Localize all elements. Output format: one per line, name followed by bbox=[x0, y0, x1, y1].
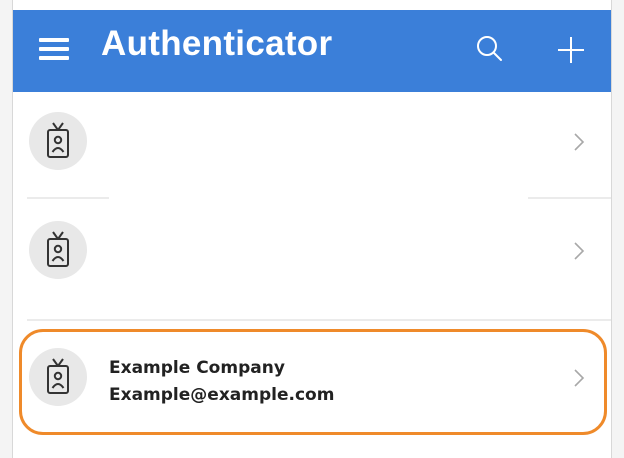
account-avatar bbox=[29, 112, 87, 170]
search-icon[interactable] bbox=[470, 30, 510, 70]
plus-icon[interactable] bbox=[551, 30, 591, 70]
account-list: Example Company Example@example.com bbox=[13, 92, 611, 458]
id-badge-icon bbox=[47, 358, 69, 394]
chevron-right-icon bbox=[574, 133, 585, 151]
list-divider bbox=[27, 197, 109, 199]
app-window: Authenticator Example Company Example@ex… bbox=[0, 0, 624, 458]
app-title: Authenticator bbox=[101, 24, 333, 63]
id-badge-icon bbox=[47, 231, 69, 267]
account-avatar bbox=[29, 221, 87, 279]
account-name: Example Company bbox=[109, 358, 285, 378]
account-row[interactable] bbox=[13, 201, 611, 301]
account-row-selected[interactable]: Example Company Example@example.com bbox=[13, 328, 611, 428]
account-email: Example@example.com bbox=[109, 385, 335, 405]
right-edge bbox=[611, 0, 624, 458]
left-edge bbox=[0, 0, 13, 458]
account-avatar bbox=[29, 348, 87, 406]
chevron-right-icon bbox=[574, 369, 585, 387]
id-badge-icon bbox=[47, 122, 69, 158]
app-bar: Authenticator bbox=[13, 10, 611, 92]
list-divider bbox=[27, 319, 611, 321]
account-info: Example Company Example@example.com bbox=[109, 355, 334, 409]
hamburger-menu-icon[interactable] bbox=[39, 35, 71, 63]
chevron-right-icon bbox=[574, 242, 585, 260]
top-edge bbox=[0, 0, 624, 10]
account-row[interactable] bbox=[13, 92, 611, 192]
list-divider bbox=[528, 197, 611, 199]
